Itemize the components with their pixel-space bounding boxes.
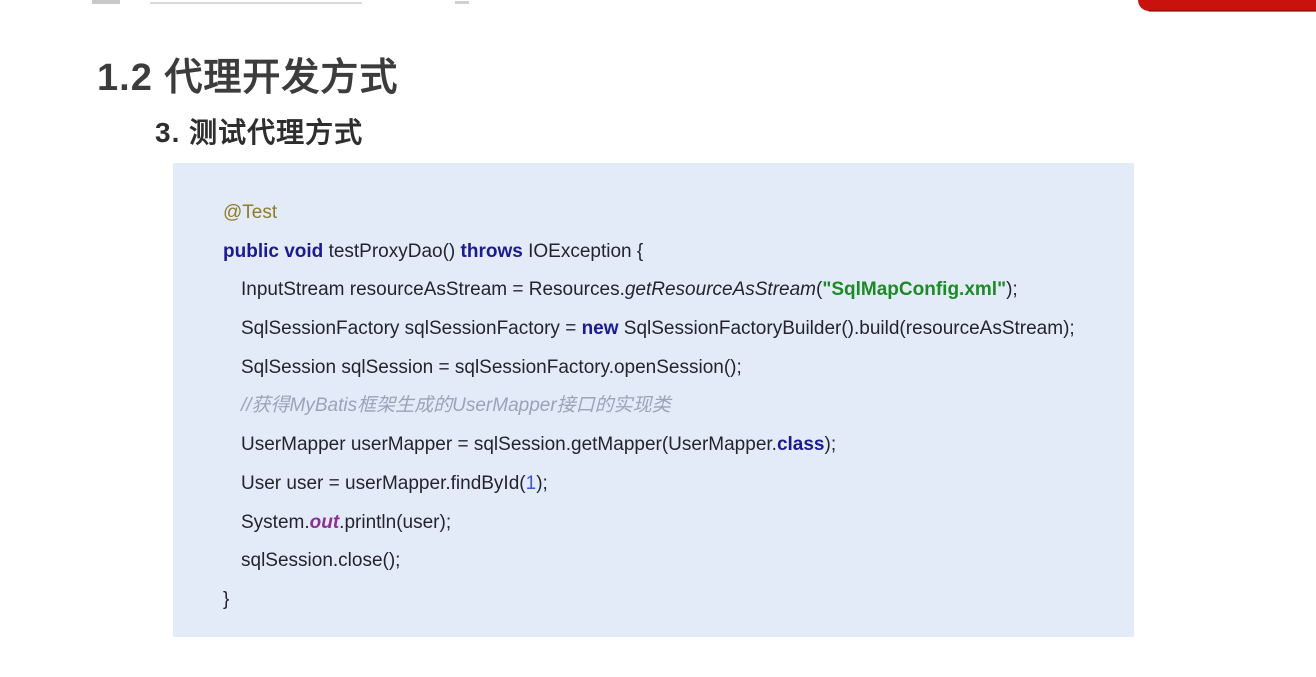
page-title: 1.2 代理开发方式 bbox=[97, 57, 399, 99]
page-subtitle: 3. 测试代理方式 bbox=[155, 117, 364, 148]
code-token-keyword: new bbox=[581, 318, 624, 340]
code-token-keyword: class bbox=[776, 434, 825, 456]
code-line: public void testProxyDao() throws IOExce… bbox=[173, 233, 1134, 272]
code-token-plain: .println(user); bbox=[339, 511, 452, 533]
code-line: @Test bbox=[173, 194, 1134, 233]
code-token-plain: ); bbox=[536, 472, 548, 494]
code-token-plain: sqlSession.close(); bbox=[241, 550, 401, 572]
code-token-plain: ); bbox=[824, 434, 837, 456]
code-line: SqlSession sqlSession = sqlSessionFactor… bbox=[173, 349, 1134, 388]
code-token-keyword: public void bbox=[223, 240, 329, 262]
code-token-plain: IOException { bbox=[528, 240, 644, 262]
code-line: sqlSession.close(); bbox=[173, 542, 1134, 581]
code-line: System.out.println(user); bbox=[173, 504, 1134, 543]
code-token-plain: ); bbox=[1006, 279, 1018, 301]
code-token-keyword: throws bbox=[460, 240, 529, 262]
top-edge-artifact-line bbox=[150, 2, 362, 4]
code-token-field: out bbox=[309, 511, 340, 533]
code-token-annotation: @Test bbox=[223, 202, 278, 223]
code-line: } bbox=[173, 581, 1134, 620]
code-token-number: 1 bbox=[525, 472, 537, 494]
code-token-plain: User user = userMapper.findById( bbox=[241, 472, 526, 494]
code-token-plain: testProxyDao() bbox=[328, 240, 461, 262]
code-token-plain: SqlSessionFactory sqlSessionFactory = bbox=[241, 318, 582, 340]
top-edge-artifact-dot bbox=[455, 1, 469, 4]
code-line: User user = userMapper.findById(1); bbox=[173, 465, 1134, 504]
code-token-string: "SqlMapConfig.xml" bbox=[822, 279, 1007, 301]
code-token-method: getResourceAsStream bbox=[624, 279, 817, 301]
code-token-plain: } bbox=[223, 588, 230, 610]
video-player-progress-bar[interactable] bbox=[1138, 0, 1316, 12]
code-block: @Test public void testProxyDao() throws I… bbox=[173, 163, 1134, 637]
code-token-plain: SqlSessionFactoryBuilder().build(resourc… bbox=[623, 318, 1075, 340]
code-line: UserMapper userMapper = sqlSession.getMa… bbox=[173, 426, 1134, 465]
code-token-comment: //获得MyBatis框架生成的UserMapper接口的实现类 bbox=[241, 395, 671, 417]
code-token-plain: SqlSession sqlSession = sqlSessionFactor… bbox=[241, 356, 742, 378]
code-token-plain: UserMapper userMapper = sqlSession.getMa… bbox=[241, 434, 777, 456]
code-token-plain: System. bbox=[241, 511, 310, 533]
code-token-plain: InputStream resourceAsStream = Resources… bbox=[241, 279, 625, 301]
code-line: SqlSessionFactory sqlSessionFactory = ne… bbox=[173, 310, 1134, 349]
top-edge-artifact-dash bbox=[92, 0, 120, 4]
code-line: //获得MyBatis框架生成的UserMapper接口的实现类 bbox=[173, 387, 1134, 426]
code-line: InputStream resourceAsStream = Resources… bbox=[173, 271, 1134, 310]
